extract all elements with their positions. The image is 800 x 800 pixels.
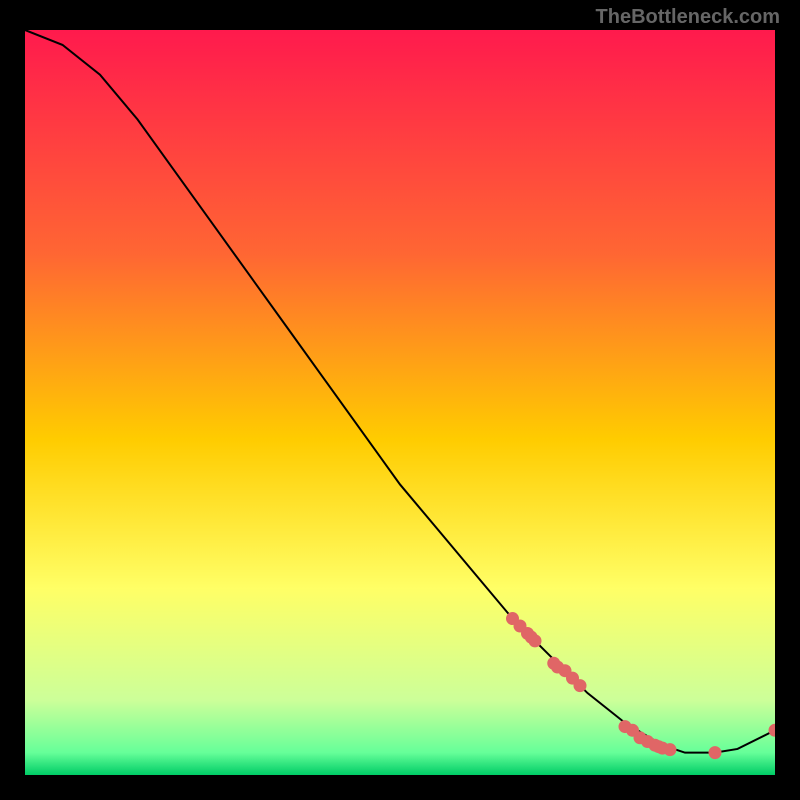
data-point — [664, 743, 677, 756]
data-point — [574, 679, 587, 692]
gradient-background — [25, 30, 775, 775]
plot-area — [25, 30, 775, 775]
data-point — [529, 634, 542, 647]
chart-svg — [25, 30, 775, 775]
data-point — [709, 746, 722, 759]
chart-container: TheBottleneck.com — [0, 0, 800, 800]
watermark-text: TheBottleneck.com — [596, 6, 780, 29]
